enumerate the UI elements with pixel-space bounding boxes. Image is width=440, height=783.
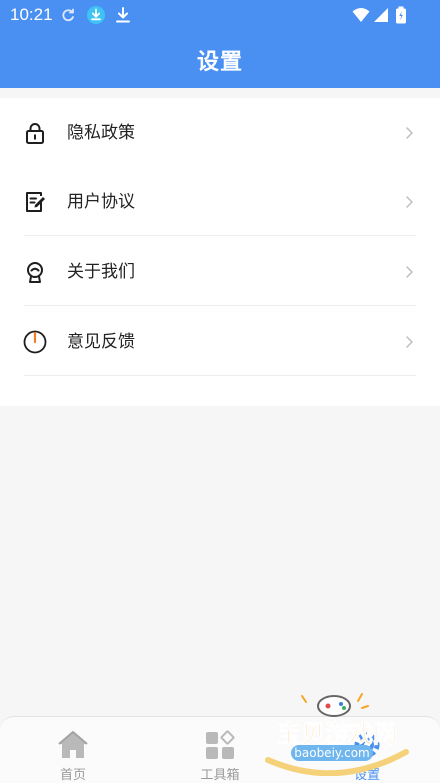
battery-icon — [396, 6, 406, 24]
tab-label: 首页 — [59, 768, 86, 783]
status-time: 10:21 — [10, 5, 53, 24]
tab-settings[interactable]: 设置 — [307, 717, 427, 783]
top-bar: 10:21 设置 — [0, 0, 440, 88]
settings-item-about-us[interactable]: 关于我们 — [0, 237, 440, 306]
page-title: 设置 — [196, 50, 243, 75]
chevron-right-icon — [406, 196, 413, 208]
chevron-right-icon — [406, 336, 413, 348]
tab-label: 设置 — [353, 768, 380, 783]
home-icon — [58, 731, 88, 758]
settings-list: 隐私政策 用户协议 关于我们 意见反馈 — [0, 98, 440, 406]
wifi-icon — [352, 8, 370, 22]
settings-item-feedback[interactable]: 意见反馈 — [0, 307, 440, 376]
row-divider — [24, 375, 416, 376]
settings-item-label: 关于我们 — [67, 262, 135, 282]
about-icon — [27, 262, 43, 283]
tab-toolbox[interactable]: 工具箱 — [160, 717, 280, 783]
chevron-right-icon — [406, 127, 413, 139]
feedback-icon — [23, 330, 47, 354]
toolbox-icon — [206, 730, 235, 759]
row-divider — [24, 235, 416, 236]
lock-icon — [26, 123, 44, 144]
settings-item-label: 用户协议 — [67, 192, 135, 212]
chevron-right-icon — [406, 266, 413, 278]
settings-icon — [354, 732, 380, 758]
status-bar: 10:21 — [0, 0, 440, 30]
row-divider — [24, 305, 416, 306]
signal-icon — [374, 8, 388, 22]
tab-home[interactable]: 首页 — [13, 717, 133, 783]
tab-label: 工具箱 — [200, 768, 240, 783]
settings-item-label: 隐私政策 — [67, 123, 135, 143]
settings-item-user-agreement[interactable]: 用户协议 — [0, 167, 440, 236]
download-icon — [116, 7, 130, 23]
bottom-tab-bar: 首页 工具箱 设置 — [0, 716, 440, 783]
agreement-icon — [26, 192, 45, 212]
settings-item-privacy-policy[interactable]: 隐私政策 — [0, 98, 440, 167]
download-badge-icon — [87, 6, 105, 24]
sync-icon — [62, 8, 74, 22]
settings-item-label: 意见反馈 — [67, 332, 135, 352]
